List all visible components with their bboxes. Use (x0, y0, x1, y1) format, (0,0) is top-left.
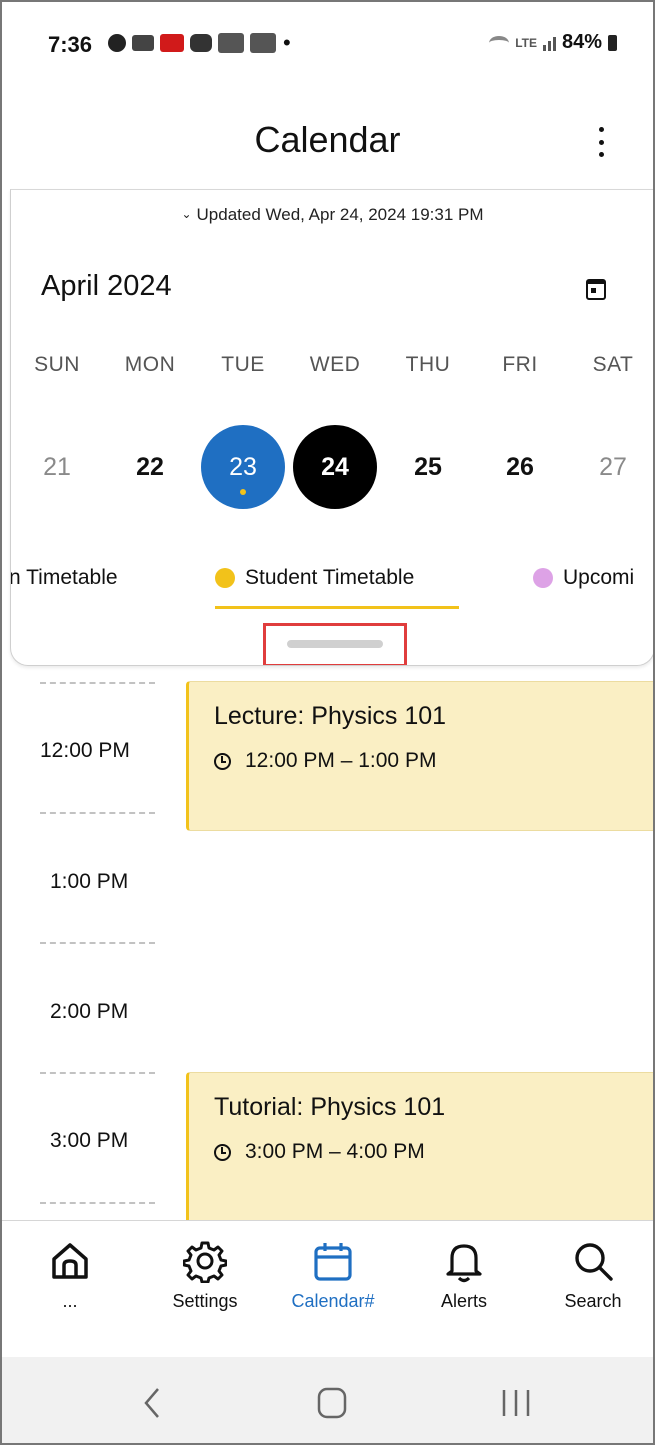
app-notification-icon (132, 35, 154, 51)
nav-label: Calendar# (291, 1291, 375, 1311)
date-cell-today[interactable]: 24 (293, 425, 377, 509)
event-title: Lecture: Physics 101 (214, 702, 446, 731)
calendar-picker-icon[interactable] (586, 279, 606, 300)
weekday-thu: THU (405, 353, 451, 376)
nav-search[interactable]: Search (538, 1239, 648, 1312)
last-updated[interactable]: ⌄ Updated Wed, Apr 24, 2024 19:31 PM (11, 205, 653, 225)
status-time: 7:36 (48, 32, 93, 57)
event-time-row: 3:00 PM – 4:00 PM (214, 1140, 425, 1164)
phone-screen: 7:36 • LTE 84% Calendar ⌄ Updated Wed, A… (0, 0, 655, 1445)
photo-notification-icon (218, 33, 244, 53)
signal-icon (542, 35, 556, 51)
account-icon (108, 34, 126, 52)
date-cell[interactable]: 21 (15, 425, 99, 509)
nav-label: Search (564, 1291, 622, 1311)
nav-label: ... (62, 1291, 78, 1311)
tab-label: Upcomi (563, 566, 635, 589)
clock-icon (214, 1143, 231, 1161)
status-right: LTE 84% (489, 31, 617, 54)
app-header: Calendar (2, 97, 653, 187)
nav-label: Settings (172, 1291, 238, 1311)
app-notification-icon (190, 34, 212, 52)
status-bar: 7:36 • LTE 84% (2, 2, 653, 92)
date-cell[interactable]: 27 (571, 425, 653, 509)
event-time: 12:00 PM – 1:00 PM (245, 749, 437, 772)
event-type: Tutorial: (214, 1093, 304, 1121)
weekday-sun: SUN (34, 353, 80, 376)
timeline[interactable]: 12:00 PM 1:00 PM 2:00 PM 3:00 PM Lecture… (2, 668, 653, 1220)
bell-icon (446, 1244, 482, 1283)
drag-handle[interactable] (287, 640, 383, 648)
date-cell[interactable]: 26 (478, 425, 562, 509)
last-updated-text: Updated Wed, Apr 24, 2024 19:31 PM (196, 205, 484, 224)
time-separator (40, 942, 155, 944)
event-card[interactable]: Tutorial: Physics 101 3:00 PM – 4:00 PM (186, 1072, 653, 1220)
time-separator (40, 812, 155, 814)
date-number: 23 (229, 452, 257, 481)
event-name: Physics 101 (310, 1093, 446, 1121)
tab-upcoming[interactable]: Upcomi (533, 566, 634, 590)
nav-settings[interactable]: Settings (150, 1239, 260, 1312)
event-time-row: 12:00 PM – 1:00 PM (214, 749, 436, 773)
timetable-tabs: n Timetable Student Timetable Upcomi (10, 554, 653, 614)
notification-icons (108, 33, 276, 53)
time-slot-label: 2:00 PM (50, 1000, 129, 1023)
battery-level: 84% (561, 31, 602, 53)
more-options-icon[interactable] (595, 127, 607, 157)
upcoming-dot-icon (533, 568, 553, 588)
tab-timetable[interactable]: n Timetable (10, 566, 118, 590)
date-cell-selected[interactable]: 23 (201, 425, 285, 509)
recent-apps-icon[interactable] (498, 1385, 534, 1421)
pdf-notification-icon (160, 34, 184, 52)
more-notifications-dot: • (283, 30, 291, 55)
weekday-sat: SAT (592, 353, 634, 376)
date-cell[interactable]: 25 (386, 425, 470, 509)
tab-label: Student Timetable (245, 566, 415, 589)
event-time: 3:00 PM – 4:00 PM (245, 1140, 425, 1163)
gear-icon (183, 1241, 227, 1283)
student-timetable-dot-icon (215, 568, 235, 588)
chevron-down-icon: ⌄ (181, 207, 192, 221)
event-indicator-dot (240, 489, 246, 495)
photo-notification-icon (250, 33, 276, 53)
weekday-wed: WED (309, 353, 361, 376)
weekday-tue: TUE (221, 353, 265, 376)
weekday-mon: MON (124, 353, 176, 376)
page-title: Calendar (254, 119, 401, 160)
bottom-navigation: ... Settings Calendar# Alerts Search (2, 1220, 653, 1357)
event-card[interactable]: Lecture: Physics 101 12:00 PM – 1:00 PM (186, 681, 653, 831)
home-button-icon[interactable] (315, 1385, 349, 1421)
calendar-card: ⌄ Updated Wed, Apr 24, 2024 19:31 PM Apri… (10, 189, 653, 666)
back-icon[interactable] (140, 1385, 164, 1421)
nav-alerts[interactable]: Alerts (409, 1239, 519, 1312)
tab-student-timetable[interactable]: Student Timetable (215, 566, 414, 590)
time-slot-label: 1:00 PM (50, 870, 129, 893)
network-type-label: LTE (515, 35, 537, 50)
search-icon (575, 1243, 613, 1281)
tab-label: n Timetable (10, 566, 118, 589)
system-navigation-bar (2, 1357, 653, 1443)
home-icon (52, 1243, 88, 1279)
time-separator (40, 682, 155, 684)
time-slot-label: 12:00 PM (40, 739, 130, 762)
time-slot-label: 3:00 PM (50, 1129, 129, 1152)
nav-label: Alerts (440, 1291, 487, 1311)
time-separator (40, 1072, 155, 1074)
active-tab-indicator (215, 606, 459, 609)
event-title: Tutorial: Physics 101 (214, 1093, 445, 1122)
nav-home[interactable]: ... (15, 1239, 125, 1312)
time-separator (40, 1202, 155, 1204)
clock-icon (214, 752, 231, 770)
nav-calendar[interactable]: Calendar# (278, 1239, 388, 1312)
wifi-icon (489, 35, 510, 50)
event-name: Physics 101 (311, 702, 447, 730)
month-label: April 2024 (41, 270, 172, 302)
event-type: Lecture: (214, 702, 305, 730)
calendar-icon (314, 1243, 352, 1281)
battery-icon (608, 34, 617, 51)
weekday-fri: FRI (502, 353, 538, 376)
date-cell[interactable]: 22 (108, 425, 192, 509)
